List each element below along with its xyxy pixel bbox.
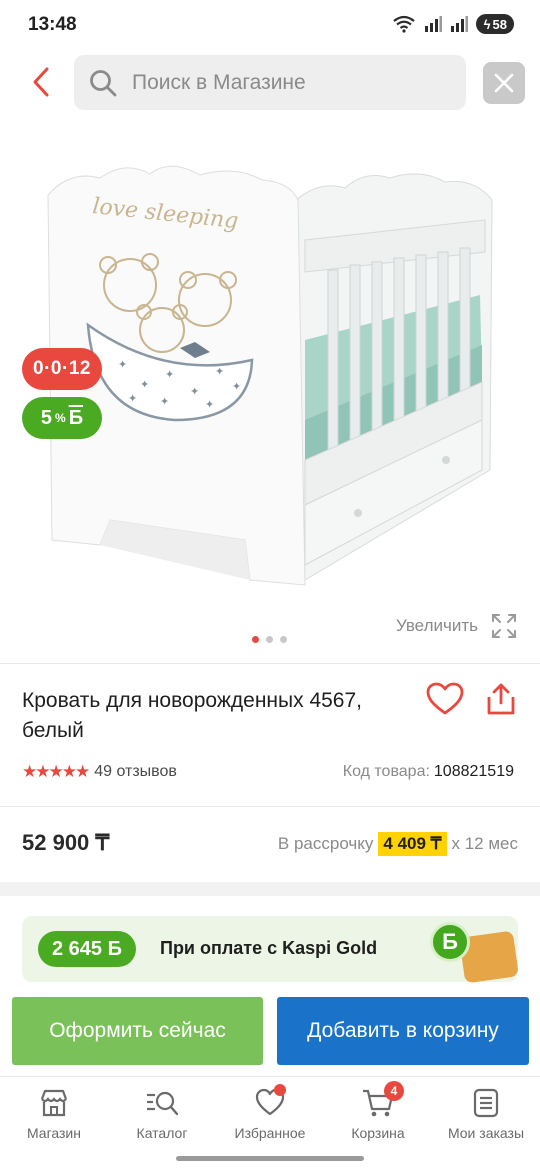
chevron-left-icon bbox=[33, 67, 49, 97]
signal-icon-2 bbox=[450, 16, 468, 32]
divider bbox=[0, 806, 540, 807]
home-indicator[interactable] bbox=[176, 1156, 364, 1161]
svg-text:✦: ✦ bbox=[165, 368, 174, 381]
cart-count-badge: 4 bbox=[384, 1081, 404, 1101]
gallery-dot-1[interactable] bbox=[252, 636, 259, 643]
divider bbox=[0, 1076, 540, 1077]
svg-text:✦: ✦ bbox=[140, 378, 149, 391]
nav-label-shop: Магазин bbox=[26, 1125, 81, 1141]
product-code: Код товара: 108821519 bbox=[343, 763, 514, 781]
rating-summary[interactable]: ★★★★★ 49 отзывов bbox=[22, 762, 177, 782]
installment-info[interactable]: В рассрочку 4 409 ₸ х 12 мес bbox=[278, 832, 518, 856]
close-icon bbox=[494, 73, 514, 93]
bonus-badge-value: 5 bbox=[40, 406, 53, 429]
svg-text:✦: ✦ bbox=[128, 392, 137, 405]
svg-text:✦: ✦ bbox=[118, 358, 127, 371]
kaspi-gold-bonus: 2 645 Б bbox=[38, 931, 136, 967]
nav-item-cart[interactable]: 4 Корзина bbox=[324, 1080, 432, 1150]
svg-text:✦: ✦ bbox=[205, 398, 214, 411]
svg-text:✦: ✦ bbox=[215, 365, 224, 378]
svg-text:✦: ✦ bbox=[160, 395, 169, 408]
nav-label-cart: Корзина bbox=[351, 1125, 405, 1141]
bonus-badge: 5% Б bbox=[22, 397, 102, 439]
wifi-icon bbox=[392, 15, 415, 33]
section-separator bbox=[0, 882, 540, 896]
reviews-link[interactable]: 49 отзывов bbox=[94, 763, 177, 781]
shop-icon bbox=[40, 1089, 68, 1117]
battery-indicator: ϟ 58 bbox=[475, 14, 514, 34]
nav-label-orders: Мои заказы bbox=[447, 1125, 525, 1141]
search-icon bbox=[90, 69, 117, 96]
battery-bolt-icon: ϟ bbox=[483, 16, 491, 32]
nav-item-shop[interactable]: Магазин bbox=[0, 1080, 108, 1150]
product-page: 13:48 ϟ 58 Поиск в Магазине love sleepin… bbox=[0, 0, 540, 1170]
status-time: 13:48 bbox=[28, 14, 77, 35]
close-button[interactable] bbox=[483, 62, 525, 104]
nav-item-orders[interactable]: Мои заказы bbox=[432, 1080, 540, 1150]
nav-label-catalog: Каталог bbox=[136, 1125, 188, 1141]
product-price: 52 900 ₸ bbox=[22, 830, 110, 855]
gallery-dot-3[interactable] bbox=[280, 636, 287, 643]
orders-icon bbox=[473, 1088, 499, 1118]
divider bbox=[0, 663, 540, 664]
buy-now-button[interactable]: Оформить сейчас bbox=[12, 997, 263, 1065]
bonus-coin-icon: Б bbox=[430, 922, 470, 962]
heart-icon bbox=[426, 682, 464, 715]
status-icons: ϟ 58 bbox=[392, 14, 514, 34]
gallery-dot-2[interactable] bbox=[266, 636, 273, 643]
product-code-label: Код товара: bbox=[342, 763, 430, 780]
favorite-button[interactable] bbox=[426, 682, 464, 718]
installment-suffix: х 12 мес bbox=[451, 834, 519, 853]
add-to-cart-button[interactable]: Добавить в корзину bbox=[277, 997, 529, 1065]
status-bar: 13:48 ϟ 58 bbox=[0, 0, 540, 50]
back-button[interactable] bbox=[24, 62, 58, 102]
search-input[interactable]: Поиск в Магазине bbox=[74, 55, 466, 110]
gallery-pagination bbox=[252, 636, 287, 643]
zoom-label: Увеличить bbox=[396, 616, 478, 635]
nav-item-catalog[interactable]: Каталог bbox=[108, 1080, 216, 1150]
svg-text:✦: ✦ bbox=[232, 380, 241, 393]
product-title: Кровать для новорожденных 4567, белый bbox=[22, 689, 362, 742]
battery-level: 58 bbox=[492, 16, 507, 32]
expand-icon bbox=[492, 614, 516, 638]
nav-label-favorites: Избранное bbox=[234, 1125, 306, 1141]
nav-item-favorites[interactable]: Избранное bbox=[216, 1080, 324, 1150]
kaspi-gold-banner[interactable]: 2 645 Б При оплате с Kaspi Gold Б bbox=[22, 916, 519, 984]
installment-amount: 4 409 ₸ bbox=[378, 832, 447, 856]
catalog-search-icon bbox=[147, 1091, 179, 1116]
zoom-button[interactable]: Увеличить bbox=[396, 612, 518, 640]
installment-badge: 0·0·12 bbox=[22, 348, 102, 390]
kaspi-gold-text: При оплате с Kaspi Gold bbox=[160, 938, 378, 958]
bonus-badge-unit: % bbox=[55, 411, 66, 425]
share-button[interactable] bbox=[484, 682, 518, 718]
svg-text:✦: ✦ bbox=[190, 385, 199, 398]
signal-icon bbox=[424, 16, 442, 32]
search-placeholder: Поиск в Магазине bbox=[132, 70, 306, 94]
bottom-nav: Магазин Каталог Избранное 4 Корзина Мои … bbox=[0, 1080, 540, 1150]
product-code-value: 108821519 bbox=[433, 763, 514, 780]
bonus-badge-symbol: Б bbox=[68, 406, 84, 429]
share-icon bbox=[487, 683, 515, 715]
rating-stars: ★★★★★ bbox=[22, 762, 90, 781]
installment-prefix: В рассрочку bbox=[277, 834, 374, 853]
favorites-notification-dot bbox=[274, 1084, 286, 1096]
